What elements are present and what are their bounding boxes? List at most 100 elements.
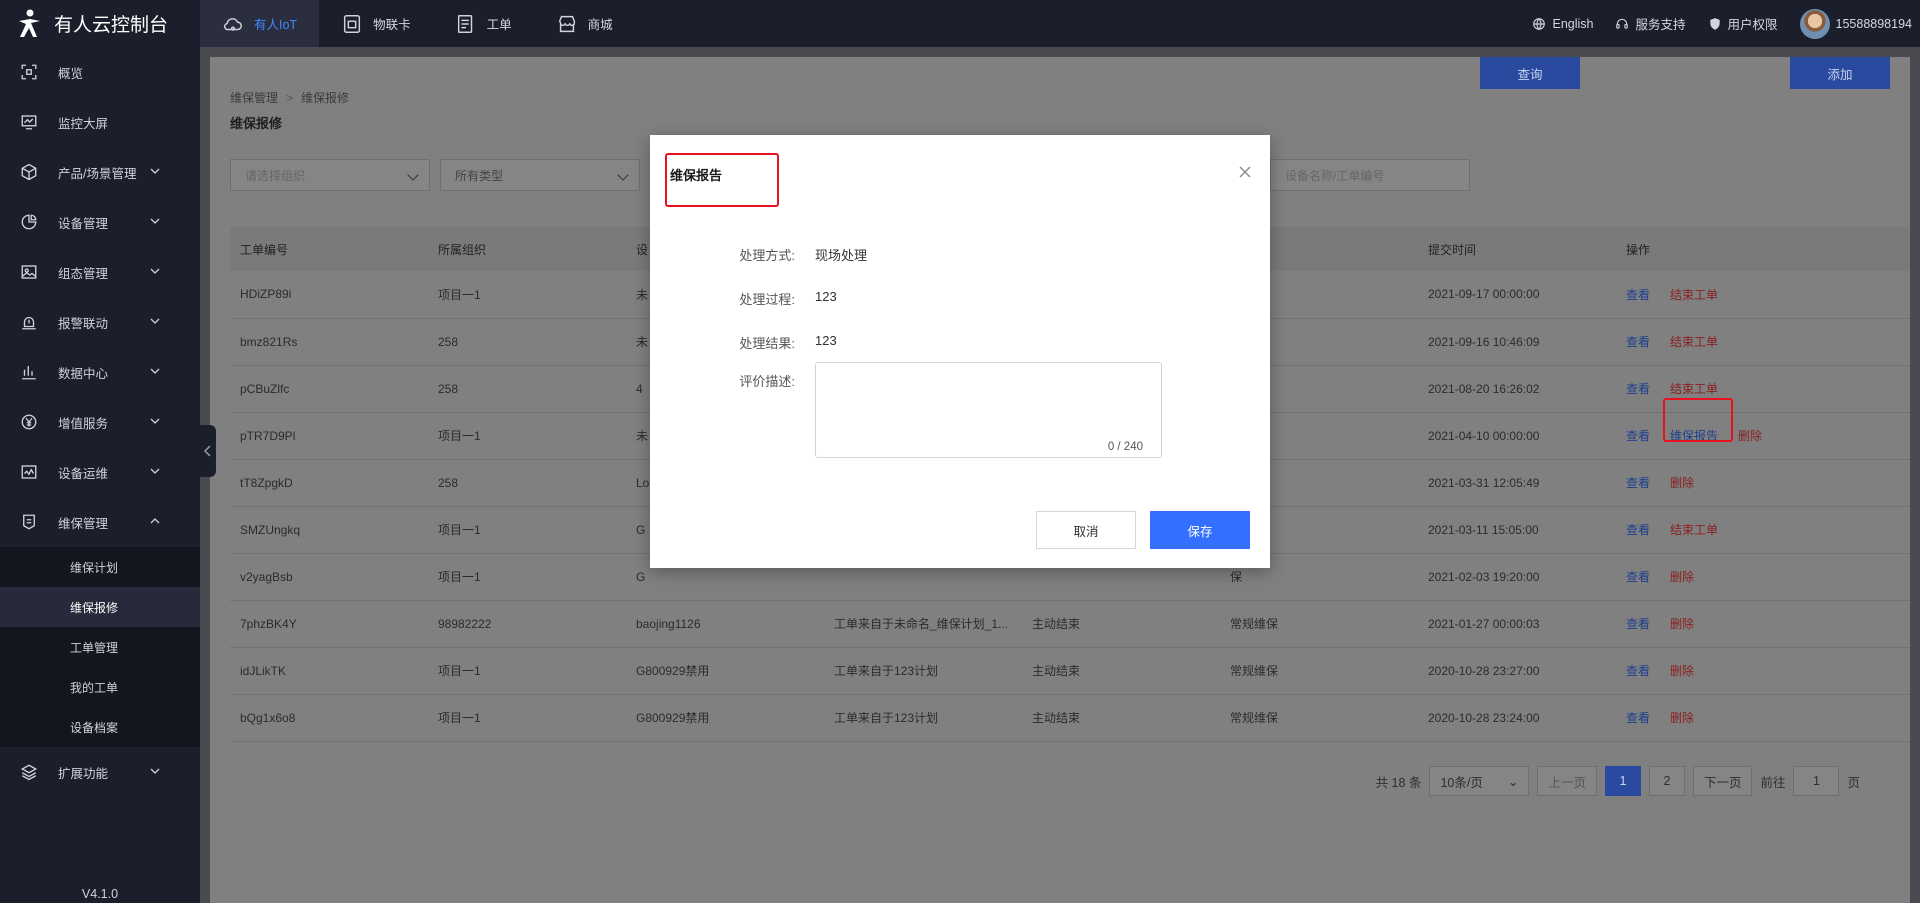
- chevron-down-icon: [150, 368, 160, 374]
- query-button[interactable]: 查询: [1480, 57, 1580, 89]
- add-button[interactable]: 添加: [1790, 57, 1890, 89]
- char-counter: 0 / 240: [1107, 441, 1143, 453]
- page-2-button[interactable]: 2: [1648, 766, 1685, 796]
- user-menu[interactable]: 15588898194: [1799, 8, 1912, 39]
- table-cell-org: 项目一1: [428, 647, 626, 695]
- layers-icon: [20, 764, 38, 781]
- sidebar-subitem-device-archive[interactable]: 设备档案: [0, 707, 200, 747]
- chevron-down-icon: [150, 418, 160, 424]
- view-link[interactable]: 查看: [1626, 382, 1650, 396]
- delete-link[interactable]: 删除: [1670, 476, 1694, 490]
- cancel-button[interactable]: 取消: [1036, 511, 1136, 549]
- delete-link[interactable]: 删除: [1670, 711, 1694, 725]
- topnav-ticket[interactable]: 工单: [433, 0, 534, 47]
- search-input[interactable]: 设备名称/工单编号: [1270, 159, 1470, 191]
- sidebar-item-monitor[interactable]: 监控大屏: [0, 97, 200, 147]
- goto-page-input[interactable]: 1: [1793, 766, 1840, 796]
- view-link[interactable]: 查看: [1626, 523, 1650, 537]
- org-select[interactable]: 请选择组织: [230, 159, 430, 191]
- headset-icon: [1616, 18, 1629, 29]
- sidebar-subitem-repair[interactable]: 维保报修: [0, 587, 200, 627]
- topnav-store[interactable]: 商城: [534, 0, 635, 47]
- save-button[interactable]: 保存: [1150, 511, 1250, 549]
- chevron-down-icon: [150, 268, 160, 274]
- permission-label: 用户权限: [1727, 18, 1778, 32]
- chevron-left-icon: [204, 445, 211, 457]
- sidebar-item-label: 监控大屏: [58, 116, 109, 131]
- view-link[interactable]: 查看: [1626, 711, 1650, 725]
- view-link[interactable]: 查看: [1626, 335, 1650, 349]
- view-link[interactable]: 查看: [1626, 570, 1650, 584]
- highlight-box-dialog-title: [665, 153, 779, 207]
- sidebar-item-label: 设备运维: [58, 466, 109, 481]
- delete-link[interactable]: 删除: [1670, 570, 1694, 584]
- view-link[interactable]: 查看: [1626, 476, 1650, 490]
- sidebar-item-device[interactable]: 设备管理: [0, 197, 200, 247]
- top-bar: 有人云控制台 有人IoT 物联卡 工单 商城 English 服务支持 用户权限…: [0, 0, 1920, 47]
- end-ticket-link[interactable]: 结束工单: [1670, 382, 1718, 396]
- logo-icon: [19, 9, 40, 37]
- shield-icon: [1709, 17, 1720, 30]
- close-icon[interactable]: [1238, 165, 1252, 179]
- sim-card-icon: [343, 14, 361, 33]
- view-link[interactable]: 查看: [1626, 429, 1650, 443]
- permission-link[interactable]: 用户权限: [1708, 14, 1778, 33]
- top-nav: 有人IoT 物联卡 工单 商城: [200, 0, 635, 47]
- delete-link[interactable]: 删除: [1670, 664, 1694, 678]
- alarm-icon: [22, 316, 36, 330]
- sidebar-item-maintenance[interactable]: 维保管理: [0, 497, 200, 547]
- maintenance-icon: [23, 514, 35, 530]
- table-cell-dev: G800929禁用: [626, 647, 824, 695]
- chevron-down-icon: [150, 468, 160, 474]
- breadcrumb-parent[interactable]: 维保管理: [230, 91, 278, 105]
- sidebar-subitem-ticket-mgmt[interactable]: 工单管理: [0, 627, 200, 667]
- sidebar-collapse-handle[interactable]: [200, 425, 216, 477]
- image-icon: [21, 265, 37, 279]
- store-icon: [558, 15, 575, 32]
- sidebar-item-label: 设备管理: [58, 216, 109, 231]
- end-ticket-link[interactable]: 结束工单: [1670, 523, 1718, 537]
- sidebar-subitem-my-tickets[interactable]: 我的工单: [0, 667, 200, 707]
- sidebar-item-config[interactable]: 组态管理: [0, 247, 200, 297]
- topnav-simcard[interactable]: 物联卡: [319, 0, 433, 47]
- topnav-iot[interactable]: 有人IoT: [200, 0, 320, 47]
- language-switch[interactable]: English: [1532, 17, 1593, 31]
- result-value: 123: [815, 333, 837, 348]
- prev-page-button[interactable]: 上一页: [1537, 766, 1597, 796]
- ticket-icon: [457, 14, 472, 33]
- table-cell-time: 2020-10-28 23:24:00: [1418, 694, 1616, 742]
- sidebar-item-overview[interactable]: 概览: [0, 47, 200, 97]
- support-link[interactable]: 服务支持: [1615, 14, 1686, 33]
- sidebar-item-product[interactable]: 产品/场景管理: [0, 147, 200, 197]
- chevron-down-icon: [150, 318, 160, 324]
- breadcrumb-current: 维保报修: [301, 91, 350, 105]
- table-cell-actions: 查看 维保报告 删除: [1616, 412, 1910, 460]
- sidebar-subitem-plan[interactable]: 维保计划: [0, 547, 200, 587]
- table-cell-id: v2yagBsb: [230, 553, 428, 601]
- next-page-button[interactable]: 下一页: [1692, 766, 1753, 796]
- sidebar-item-data[interactable]: 数据中心: [0, 347, 200, 397]
- view-link[interactable]: 查看: [1626, 617, 1650, 631]
- page-1-button[interactable]: 1: [1604, 766, 1641, 796]
- end-ticket-link[interactable]: 结束工单: [1670, 335, 1718, 349]
- evaluation-textarea[interactable]: 0 / 240: [815, 362, 1162, 458]
- sidebar-item-label: 报警联动: [58, 316, 109, 331]
- sidebar-item-ops[interactable]: 设备运维: [0, 447, 200, 497]
- chevron-down-icon: [150, 168, 160, 174]
- page-size-select[interactable]: 10条/页 ⌄: [1429, 766, 1530, 796]
- delete-link[interactable]: 删除: [1738, 429, 1762, 443]
- sidebar-item-valueadded[interactable]: 增值服务: [0, 397, 200, 447]
- table-cell-dev: baojing1126: [626, 600, 824, 648]
- brand[interactable]: 有人云控制台: [0, 0, 200, 47]
- sidebar-item-extensions[interactable]: 扩展功能: [0, 747, 200, 797]
- sidebar-item-alarm[interactable]: 报警联动: [0, 297, 200, 347]
- delete-link[interactable]: 删除: [1670, 617, 1694, 631]
- pagination: 共 18 条 10条/页 ⌄ 上一页 1 2 下一页 前往 1 页: [1376, 766, 1860, 796]
- view-link[interactable]: 查看: [1626, 288, 1650, 302]
- view-link[interactable]: 查看: [1626, 664, 1650, 678]
- type-select[interactable]: 所有类型: [440, 159, 640, 191]
- chevron-up-icon: [150, 518, 160, 524]
- overview-icon: [21, 64, 37, 80]
- end-ticket-link[interactable]: 结束工单: [1670, 288, 1718, 302]
- table-row: bQg1x6o8 项目一1 G800929禁用 工单来自于123计划 主动结束 常规维保 2…: [230, 694, 1910, 742]
